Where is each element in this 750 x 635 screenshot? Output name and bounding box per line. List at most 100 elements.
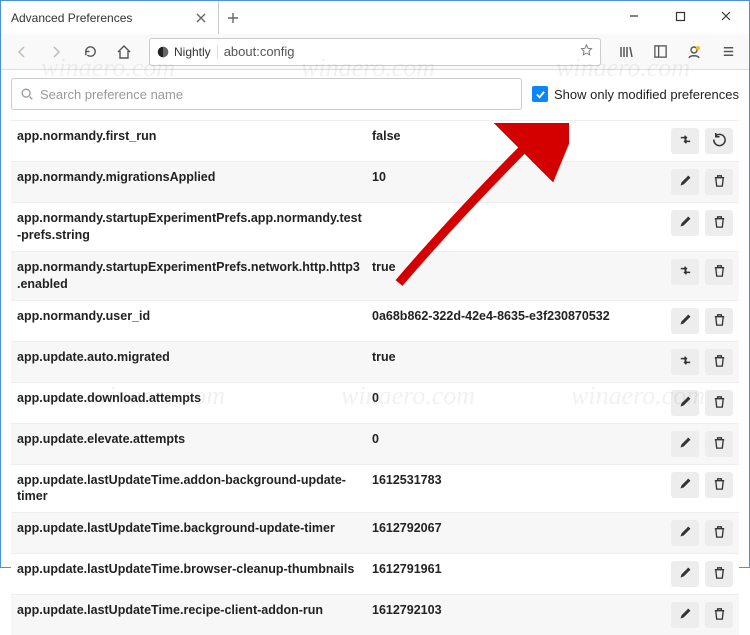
search-box[interactable] bbox=[11, 78, 522, 110]
window-minimize-button[interactable] bbox=[611, 1, 657, 31]
nav-toolbar: Nightly about:config bbox=[1, 34, 749, 70]
pref-delete-button[interactable] bbox=[705, 259, 733, 285]
pref-edit-button[interactable] bbox=[671, 431, 699, 457]
browser-tab[interactable]: Advanced Preferences bbox=[1, 1, 219, 34]
pref-delete-button[interactable] bbox=[705, 472, 733, 498]
pref-delete-button[interactable] bbox=[705, 602, 733, 628]
pref-row: app.update.lastUpdateTime.browser-cleanu… bbox=[11, 553, 739, 594]
pref-delete-button[interactable] bbox=[705, 210, 733, 236]
edit-icon bbox=[678, 312, 693, 330]
identity-box[interactable]: Nightly bbox=[156, 45, 218, 59]
sidebar-button[interactable] bbox=[645, 37, 675, 67]
delete-icon bbox=[712, 476, 727, 494]
pref-row: app.normandy.user_id0a68b862-322d-42e4-8… bbox=[11, 300, 739, 341]
forward-button[interactable] bbox=[41, 37, 71, 67]
pref-delete-button[interactable] bbox=[705, 308, 733, 334]
pref-name: app.update.download.attempts bbox=[17, 390, 372, 407]
pref-edit-button[interactable] bbox=[671, 520, 699, 546]
edit-icon bbox=[678, 606, 693, 624]
url-bar[interactable]: Nightly about:config bbox=[149, 38, 601, 66]
pref-name: app.normandy.migrationsApplied bbox=[17, 169, 372, 186]
pref-name: app.update.auto.migrated bbox=[17, 349, 372, 366]
pref-row: app.update.elevate.attempts0 bbox=[11, 423, 739, 464]
pref-delete-button[interactable] bbox=[705, 520, 733, 546]
pref-delete-button[interactable] bbox=[705, 431, 733, 457]
title-bar: Advanced Preferences bbox=[1, 1, 749, 34]
pref-value: 1612792067 bbox=[372, 520, 671, 537]
pref-reset-button[interactable] bbox=[705, 128, 733, 154]
window-controls bbox=[611, 1, 749, 31]
pref-edit-button[interactable] bbox=[671, 390, 699, 416]
tab-title: Advanced Preferences bbox=[11, 11, 194, 25]
pref-name: app.normandy.user_id bbox=[17, 308, 372, 325]
pref-row: app.update.lastUpdateTime.background-upd… bbox=[11, 512, 739, 553]
pref-edit-button[interactable] bbox=[671, 472, 699, 498]
library-button[interactable] bbox=[611, 37, 641, 67]
show-modified-label: Show only modified preferences bbox=[554, 87, 739, 102]
edit-icon bbox=[678, 214, 693, 232]
pref-actions bbox=[671, 472, 733, 498]
pref-name: app.update.lastUpdateTime.recipe-client-… bbox=[17, 602, 372, 619]
pref-edit-button[interactable] bbox=[671, 602, 699, 628]
home-button[interactable] bbox=[109, 37, 139, 67]
account-button[interactable] bbox=[679, 37, 709, 67]
pref-value: 1612531783 bbox=[372, 472, 671, 489]
pref-toggle-button[interactable] bbox=[671, 349, 699, 375]
delete-icon bbox=[712, 435, 727, 453]
pref-edit-button[interactable] bbox=[671, 561, 699, 587]
edit-icon bbox=[678, 394, 693, 412]
reload-button[interactable] bbox=[75, 37, 105, 67]
bookmark-star-icon[interactable] bbox=[579, 43, 594, 61]
pref-value: 0 bbox=[372, 390, 671, 407]
pref-name: app.normandy.startupExperimentPrefs.netw… bbox=[17, 259, 372, 293]
pref-delete-button[interactable] bbox=[705, 349, 733, 375]
pref-delete-button[interactable] bbox=[705, 169, 733, 195]
pref-edit-button[interactable] bbox=[671, 308, 699, 334]
pref-name: app.update.lastUpdateTime.browser-cleanu… bbox=[17, 561, 372, 578]
edit-icon bbox=[678, 524, 693, 542]
pref-name: app.normandy.startupExperimentPrefs.app.… bbox=[17, 210, 372, 244]
toggle-icon bbox=[678, 132, 693, 150]
pref-name: app.update.lastUpdateTime.background-upd… bbox=[17, 520, 372, 537]
pref-value: false bbox=[372, 128, 671, 145]
pref-row: app.normandy.migrationsApplied10 bbox=[11, 161, 739, 202]
pref-actions bbox=[671, 308, 733, 334]
back-button[interactable] bbox=[7, 37, 37, 67]
nightly-icon bbox=[156, 45, 170, 59]
reset-icon bbox=[712, 132, 727, 150]
pref-value: 0 bbox=[372, 431, 671, 448]
pref-row: app.normandy.first_runfalse bbox=[11, 120, 739, 161]
delete-icon bbox=[712, 263, 727, 281]
pref-edit-button[interactable] bbox=[671, 210, 699, 236]
new-tab-button[interactable] bbox=[219, 1, 247, 34]
pref-row: app.normandy.startupExperimentPrefs.app.… bbox=[11, 202, 739, 251]
close-tab-icon[interactable] bbox=[194, 11, 208, 25]
pref-delete-button[interactable] bbox=[705, 390, 733, 416]
pref-actions bbox=[671, 520, 733, 546]
delete-icon bbox=[712, 524, 727, 542]
show-modified-checkbox[interactable]: Show only modified preferences bbox=[532, 86, 739, 102]
pref-toggle-button[interactable] bbox=[671, 259, 699, 285]
edit-icon bbox=[678, 435, 693, 453]
pref-value: 10 bbox=[372, 169, 671, 186]
pref-value: true bbox=[372, 349, 671, 366]
pref-value: 1612792103 bbox=[372, 602, 671, 619]
edit-icon bbox=[678, 173, 693, 191]
app-menu-button[interactable] bbox=[713, 37, 743, 67]
pref-row: app.update.auto.migratedtrue bbox=[11, 341, 739, 382]
delete-icon bbox=[712, 353, 727, 371]
pref-toggle-button[interactable] bbox=[671, 128, 699, 154]
pref-edit-button[interactable] bbox=[671, 169, 699, 195]
delete-icon bbox=[712, 214, 727, 232]
pref-delete-button[interactable] bbox=[705, 561, 733, 587]
pref-value: 1612791961 bbox=[372, 561, 671, 578]
pref-name: app.update.elevate.attempts bbox=[17, 431, 372, 448]
edit-icon bbox=[678, 476, 693, 494]
prefs-table: app.normandy.first_runfalseapp.normandy.… bbox=[11, 120, 739, 635]
search-input[interactable] bbox=[40, 87, 513, 102]
window-maximize-button[interactable] bbox=[657, 1, 703, 31]
delete-icon bbox=[712, 173, 727, 191]
url-text: about:config bbox=[224, 44, 573, 59]
pref-row: app.update.lastUpdateTime.addon-backgrou… bbox=[11, 464, 739, 513]
window-close-button[interactable] bbox=[703, 1, 749, 31]
